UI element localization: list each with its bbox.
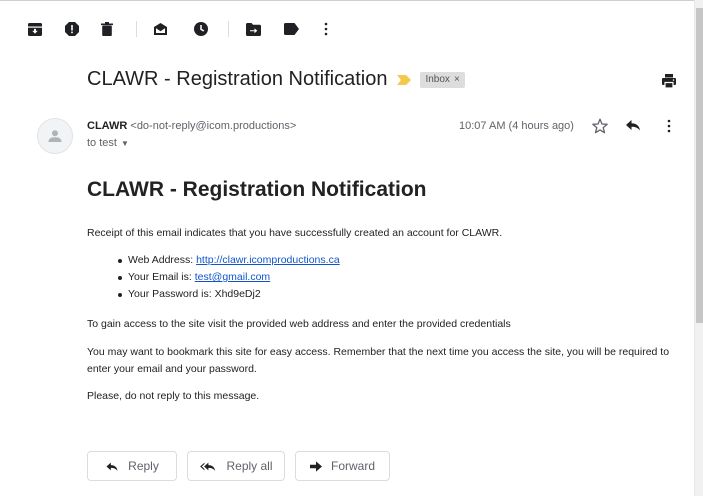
toolbar-divider <box>136 21 137 37</box>
scrollbar-thumb[interactable] <box>696 8 703 323</box>
delete-icon[interactable] <box>99 21 115 37</box>
list-item: Your Password is: Xhd9eDj2 <box>118 286 340 303</box>
message-heading: CLAWR - Registration Notification <box>87 178 427 201</box>
web-address-link[interactable]: http://clawr.icomproductions.ca <box>196 254 340 266</box>
recipient-text: to test <box>87 137 117 149</box>
email-timestamp: 10:07 AM (4 hours ago) <box>459 120 574 132</box>
password-line: Your Password is: Xhd9eDj2 <box>128 288 261 300</box>
email-subject: CLAWR - Registration Notification <box>87 68 388 90</box>
inbox-label-badge: Inbox × <box>420 71 465 88</box>
reply-all-button[interactable]: Reply all <box>187 451 285 481</box>
print-icon[interactable] <box>661 73 677 89</box>
show-details-icon[interactable]: ▼ <box>121 139 129 148</box>
more-vert-icon[interactable] <box>318 21 334 37</box>
web-address-label: Web Address: <box>128 254 197 266</box>
credentials-list: Web Address: http://clawr.icomproduction… <box>118 252 340 303</box>
sender-line: CLAWR <do-not-reply@icom.productions> <box>87 120 296 132</box>
list-item: Your Email is: test@gmail.com <box>118 269 340 286</box>
reply-icon[interactable] <box>625 118 641 134</box>
remove-label-icon[interactable]: × <box>454 74 460 85</box>
subject-row: CLAWR - Registration Notification Inbox … <box>87 68 465 91</box>
email-link[interactable]: test@gmail.com <box>195 271 270 283</box>
bookmark-paragraph: You may want to bookmark this site for e… <box>87 346 670 375</box>
mark-unread-icon[interactable] <box>152 21 168 37</box>
forward-button-label: Forward <box>330 459 375 473</box>
importance-marker-icon[interactable] <box>397 74 412 85</box>
intro-paragraph: Receipt of this email indicates that you… <box>87 227 503 239</box>
noreply-paragraph: Please, do not reply to this message. <box>87 390 260 402</box>
access-paragraph: To gain access to the site visit the pro… <box>87 318 511 330</box>
inbox-label-text: Inbox <box>425 73 450 85</box>
email-label: Your Email is: <box>128 271 195 283</box>
label-icon[interactable] <box>283 21 299 37</box>
scrollbar[interactable] <box>694 0 703 496</box>
list-item: Web Address: http://clawr.icomproduction… <box>118 252 340 269</box>
report-spam-icon[interactable] <box>64 21 80 37</box>
archive-icon[interactable] <box>27 21 43 37</box>
person-icon <box>48 130 62 142</box>
forward-icon <box>309 460 322 472</box>
move-to-icon[interactable] <box>245 21 261 37</box>
toolbar <box>0 0 703 56</box>
toolbar-divider <box>228 21 229 37</box>
forward-button[interactable]: Forward <box>295 451 390 481</box>
reply-icon <box>106 462 118 471</box>
reply-button-label: Reply <box>128 459 159 473</box>
message-more-icon[interactable] <box>661 118 677 134</box>
reply-button[interactable]: Reply <box>87 451 177 481</box>
snooze-icon[interactable] <box>193 21 209 37</box>
sender-email: <do-not-reply@icom.productions> <box>130 120 297 132</box>
recipient-line: to test ▼ <box>87 137 129 149</box>
reply-all-icon <box>200 462 216 471</box>
email-view: CLAWR - Registration Notification Inbox … <box>0 0 703 496</box>
sender-name[interactable]: CLAWR <box>87 120 127 132</box>
star-icon[interactable] <box>592 118 608 134</box>
sender-avatar <box>37 118 73 154</box>
reply-all-button-label: Reply all <box>226 459 273 473</box>
